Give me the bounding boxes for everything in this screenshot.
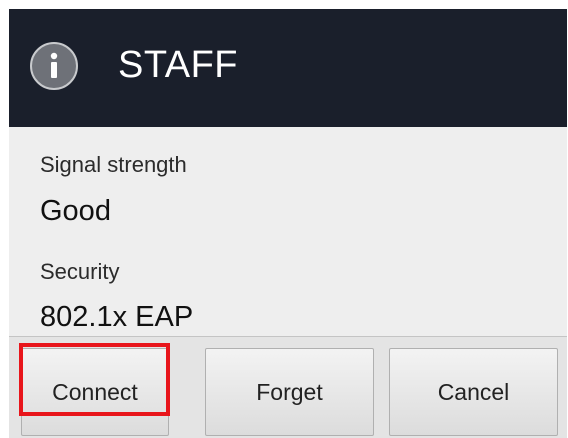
security-value: 802.1x EAP <box>40 301 194 333</box>
info-icon <box>30 42 78 90</box>
wifi-network-dialog: STAFF Signal strength Good Security 802.… <box>9 9 567 438</box>
signal-strength-label: Signal strength <box>40 152 187 177</box>
dialog-body: Signal strength Good Security 802.1x EAP <box>9 127 567 349</box>
connect-button[interactable]: Connect <box>21 348 169 436</box>
button-bar: Connect Forget Cancel <box>9 336 567 438</box>
security-label: Security <box>40 259 120 284</box>
forget-button[interactable]: Forget <box>205 348 374 436</box>
dialog-header: STAFF <box>9 9 567 127</box>
dialog-title: STAFF <box>118 44 239 86</box>
signal-strength-value: Good <box>40 195 111 227</box>
cancel-button[interactable]: Cancel <box>389 348 558 436</box>
